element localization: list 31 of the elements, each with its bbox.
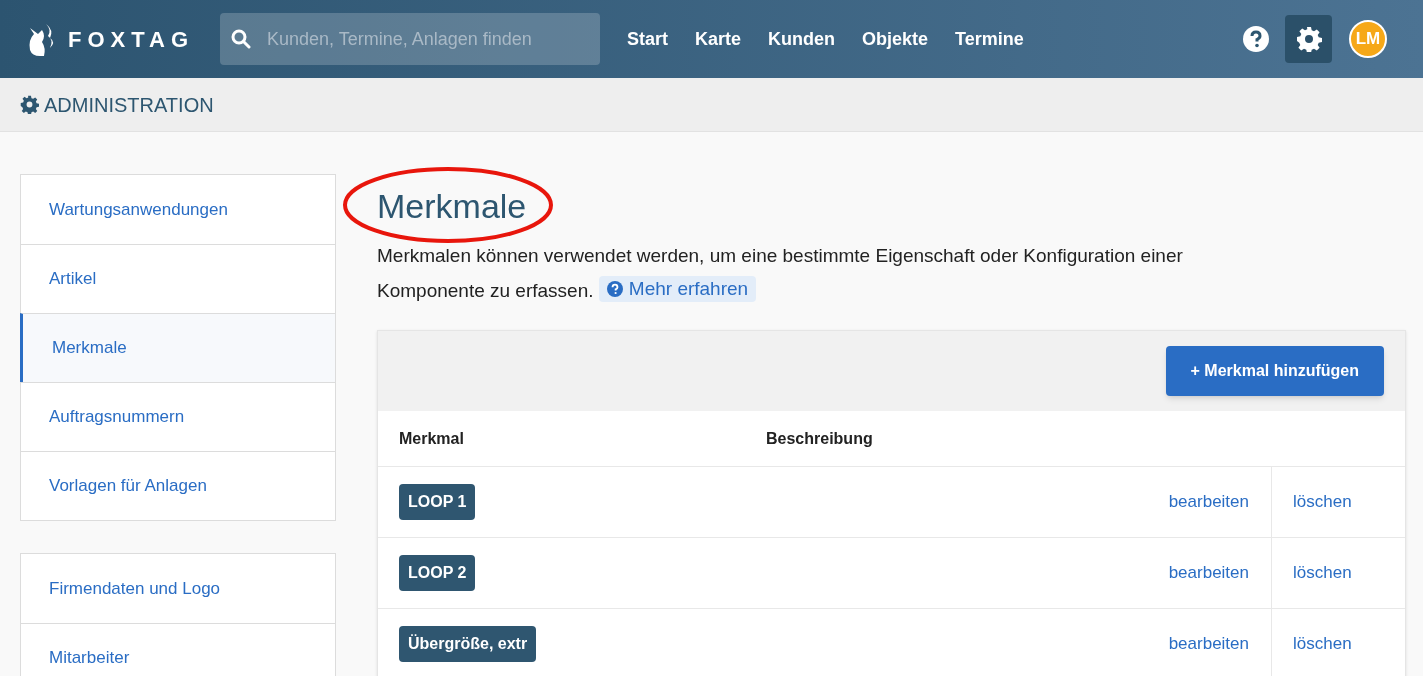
feature-tag: LOOP 1 bbox=[399, 484, 476, 520]
settings-button[interactable] bbox=[1285, 15, 1332, 63]
search-input[interactable]: Kunden, Termine, Anlagen finden bbox=[267, 25, 587, 53]
settings-icon bbox=[20, 95, 39, 114]
logo-wordmark: FOXTAG bbox=[68, 25, 195, 54]
settings-icon bbox=[1295, 26, 1322, 52]
feature-tag: Übergröße, extr bbox=[399, 626, 537, 662]
description-text: Merkmalen können verwendet werden, um eine bestimmte Eigenschaft oder Konfiguration einer Komponente zu erfassen. Mehr erfahren bbox=[377, 244, 1184, 304]
feature-tag: LOOP 2 bbox=[399, 555, 476, 591]
help-icon bbox=[606, 281, 623, 297]
delete-link[interactable]: löschen bbox=[1293, 489, 1352, 515]
delete-link[interactable]: löschen bbox=[1293, 560, 1352, 586]
edit-link[interactable]: bearbeiten bbox=[1168, 631, 1249, 657]
learn-more-link[interactable]: Mehr erfahren bbox=[598, 276, 757, 302]
column-header: Beschreibung bbox=[766, 428, 874, 449]
add-feature-button[interactable]: + Merkmal hinzufügen bbox=[1165, 346, 1384, 396]
help-icon[interactable] bbox=[1243, 26, 1269, 52]
nav-link[interactable]: Karte bbox=[695, 25, 742, 53]
sidebar-item[interactable]: Merkmale bbox=[20, 313, 335, 382]
page-title: Merkmale bbox=[377, 186, 528, 227]
nav-link[interactable]: Kunden bbox=[768, 25, 836, 53]
nav-link[interactable]: Start bbox=[627, 25, 668, 53]
column-header: Merkmal bbox=[398, 428, 465, 449]
search-icon bbox=[231, 29, 251, 49]
delete-link[interactable]: löschen bbox=[1293, 631, 1352, 657]
section-title: ADMINISTRATION bbox=[44, 92, 214, 118]
nav-link[interactable]: Termine bbox=[955, 25, 1024, 53]
edit-link[interactable]: bearbeiten bbox=[1168, 560, 1249, 586]
edit-link[interactable]: bearbeiten bbox=[1168, 489, 1249, 515]
search-field[interactable]: Kunden, Termine, Anlagen finden bbox=[220, 13, 600, 65]
nav-link[interactable]: Objekte bbox=[862, 25, 929, 53]
